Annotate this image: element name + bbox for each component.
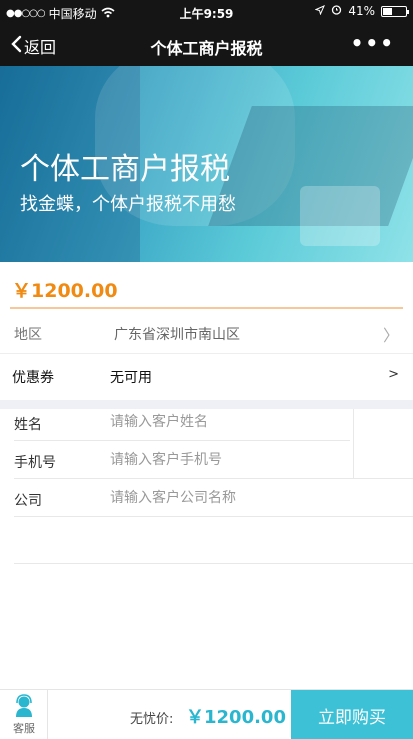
company-field-row: 公司 — [0, 482, 413, 520]
phone-label: 手机号 — [14, 455, 56, 471]
battery-percent: 41% — [348, 4, 375, 18]
company-label: 公司 — [14, 493, 42, 509]
total-price: ￥1200.00 — [186, 707, 286, 728]
product-price: ￥1200.00 — [12, 280, 118, 302]
region-selector[interactable]: 地区 广东省深圳市南山区 〉 — [0, 310, 413, 354]
chevron-left-icon — [10, 35, 22, 57]
customer-service-button[interactable]: 客服 — [0, 690, 48, 739]
banner-decoration — [300, 186, 380, 246]
region-value: 广东省深圳市南山区 — [114, 327, 240, 343]
chevron-right-icon: 〉 — [382, 326, 399, 345]
alarm-icon — [331, 4, 342, 18]
divider — [14, 440, 350, 441]
battery-icon — [381, 5, 409, 17]
customer-service-label: 客服 — [13, 722, 35, 735]
battery-fill — [383, 7, 393, 15]
coupon-selector[interactable]: 优惠券 无可用 > — [0, 354, 413, 398]
bottom-action-bar: 客服 无忧价: ￥1200.00 立即购买 — [0, 689, 413, 739]
name-field-row: 姓名 — [0, 406, 413, 444]
divider — [353, 409, 354, 479]
company-input[interactable] — [110, 486, 340, 510]
coupon-value: 无可用 — [110, 370, 152, 386]
location-arrow-icon — [314, 4, 326, 18]
banner-title: 个体工商户报税 — [20, 152, 230, 187]
hero-banner: 个体工商户报税 找金蝶，个体户报税不用愁 — [0, 66, 413, 262]
back-label: 返回 — [24, 38, 57, 57]
price-section: ￥1200.00 — [0, 262, 413, 310]
name-input[interactable] — [110, 410, 340, 434]
name-label: 姓名 — [14, 417, 42, 433]
divider — [14, 516, 413, 517]
divider — [14, 478, 413, 479]
price-divider — [10, 307, 403, 309]
customer-service-icon — [14, 694, 34, 722]
total-price-label: 无忧价: — [130, 712, 174, 727]
status-bar: ●●○○○ 中国移动 上午9:59 41% — [0, 0, 413, 24]
region-label: 地区 — [14, 327, 42, 343]
status-right: 41% — [314, 4, 409, 18]
phone-field-row: 手机号 — [0, 444, 413, 482]
banner-subtitle: 找金蝶，个体户报税不用愁 — [20, 194, 236, 215]
back-button[interactable]: 返回 — [10, 34, 56, 58]
buy-now-button[interactable]: 立即购买 — [291, 690, 413, 739]
more-options-button[interactable]: ••• — [351, 33, 395, 53]
phone-input[interactable] — [110, 448, 340, 472]
nav-bar: 返回 个体工商户报税 ••• — [0, 24, 413, 66]
coupon-label: 优惠券 — [12, 370, 54, 386]
chevron-right-icon: > — [388, 367, 399, 382]
divider — [14, 563, 413, 564]
